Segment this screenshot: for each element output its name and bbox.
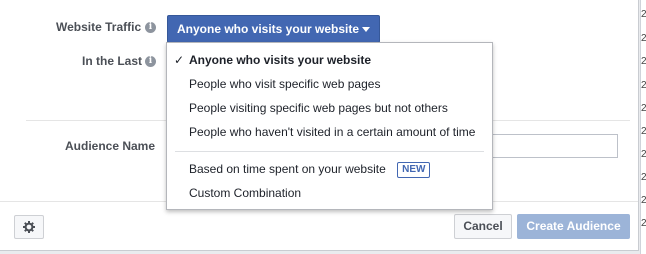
menu-item-label: Custom Combination: [189, 186, 302, 200]
menu-item-label: Anyone who visits your website: [189, 53, 372, 67]
menu-item-time-spent[interactable]: Based on time spent on your website NEW: [167, 158, 492, 180]
dropdown-selected-value: Anyone who visits your website: [177, 22, 360, 36]
background-text: 2: [641, 33, 646, 44]
background-text: 2: [641, 126, 646, 137]
menu-item-specific-pages[interactable]: People who visit specific web pages: [167, 73, 492, 95]
gear-icon: [23, 221, 35, 233]
website-traffic-label: Website Traffic: [56, 20, 142, 34]
info-icon[interactable]: i: [145, 56, 156, 67]
audience-type-menu: ✓ Anyone who visits your website People …: [166, 42, 493, 210]
menu-item-label: People visiting specific web pages but n…: [189, 101, 448, 115]
caret-down-icon: [362, 27, 370, 32]
background-text: 2: [641, 80, 646, 91]
menu-item-anyone[interactable]: ✓ Anyone who visits your website: [167, 49, 492, 71]
background-text: 2: [641, 9, 646, 20]
create-audience-button[interactable]: Create Audience: [517, 214, 630, 239]
background-text: 2: [641, 103, 646, 114]
website-traffic-dropdown[interactable]: Anyone who visits your website: [167, 15, 380, 43]
background-text: 2: [641, 218, 646, 229]
background-text: 2: [641, 56, 646, 67]
background-text: 2: [641, 172, 646, 183]
settings-button[interactable]: [14, 215, 44, 239]
menu-item-custom-combination[interactable]: Custom Combination: [167, 182, 492, 204]
new-badge: NEW: [397, 162, 431, 178]
cancel-button[interactable]: Cancel: [454, 214, 512, 239]
menu-separator: [175, 151, 484, 152]
info-icon[interactable]: i: [145, 22, 156, 33]
audience-name-input[interactable]: [490, 134, 618, 158]
menu-item-not-visited[interactable]: People who haven't visited in a certain …: [167, 121, 492, 143]
background-text: 2: [641, 195, 646, 206]
check-icon: ✓: [174, 53, 185, 67]
in-the-last-label: In the Last: [82, 54, 143, 68]
menu-item-label: Based on time spent on your website: [189, 162, 386, 176]
menu-item-label: People who haven't visited in a certain …: [189, 125, 476, 139]
menu-item-label: People who visit specific web pages: [189, 77, 381, 91]
audience-name-label: Audience Name: [65, 139, 156, 153]
menu-item-specific-pages-not-others[interactable]: People visiting specific web pages but n…: [167, 97, 492, 119]
background-text: 2: [641, 149, 646, 160]
